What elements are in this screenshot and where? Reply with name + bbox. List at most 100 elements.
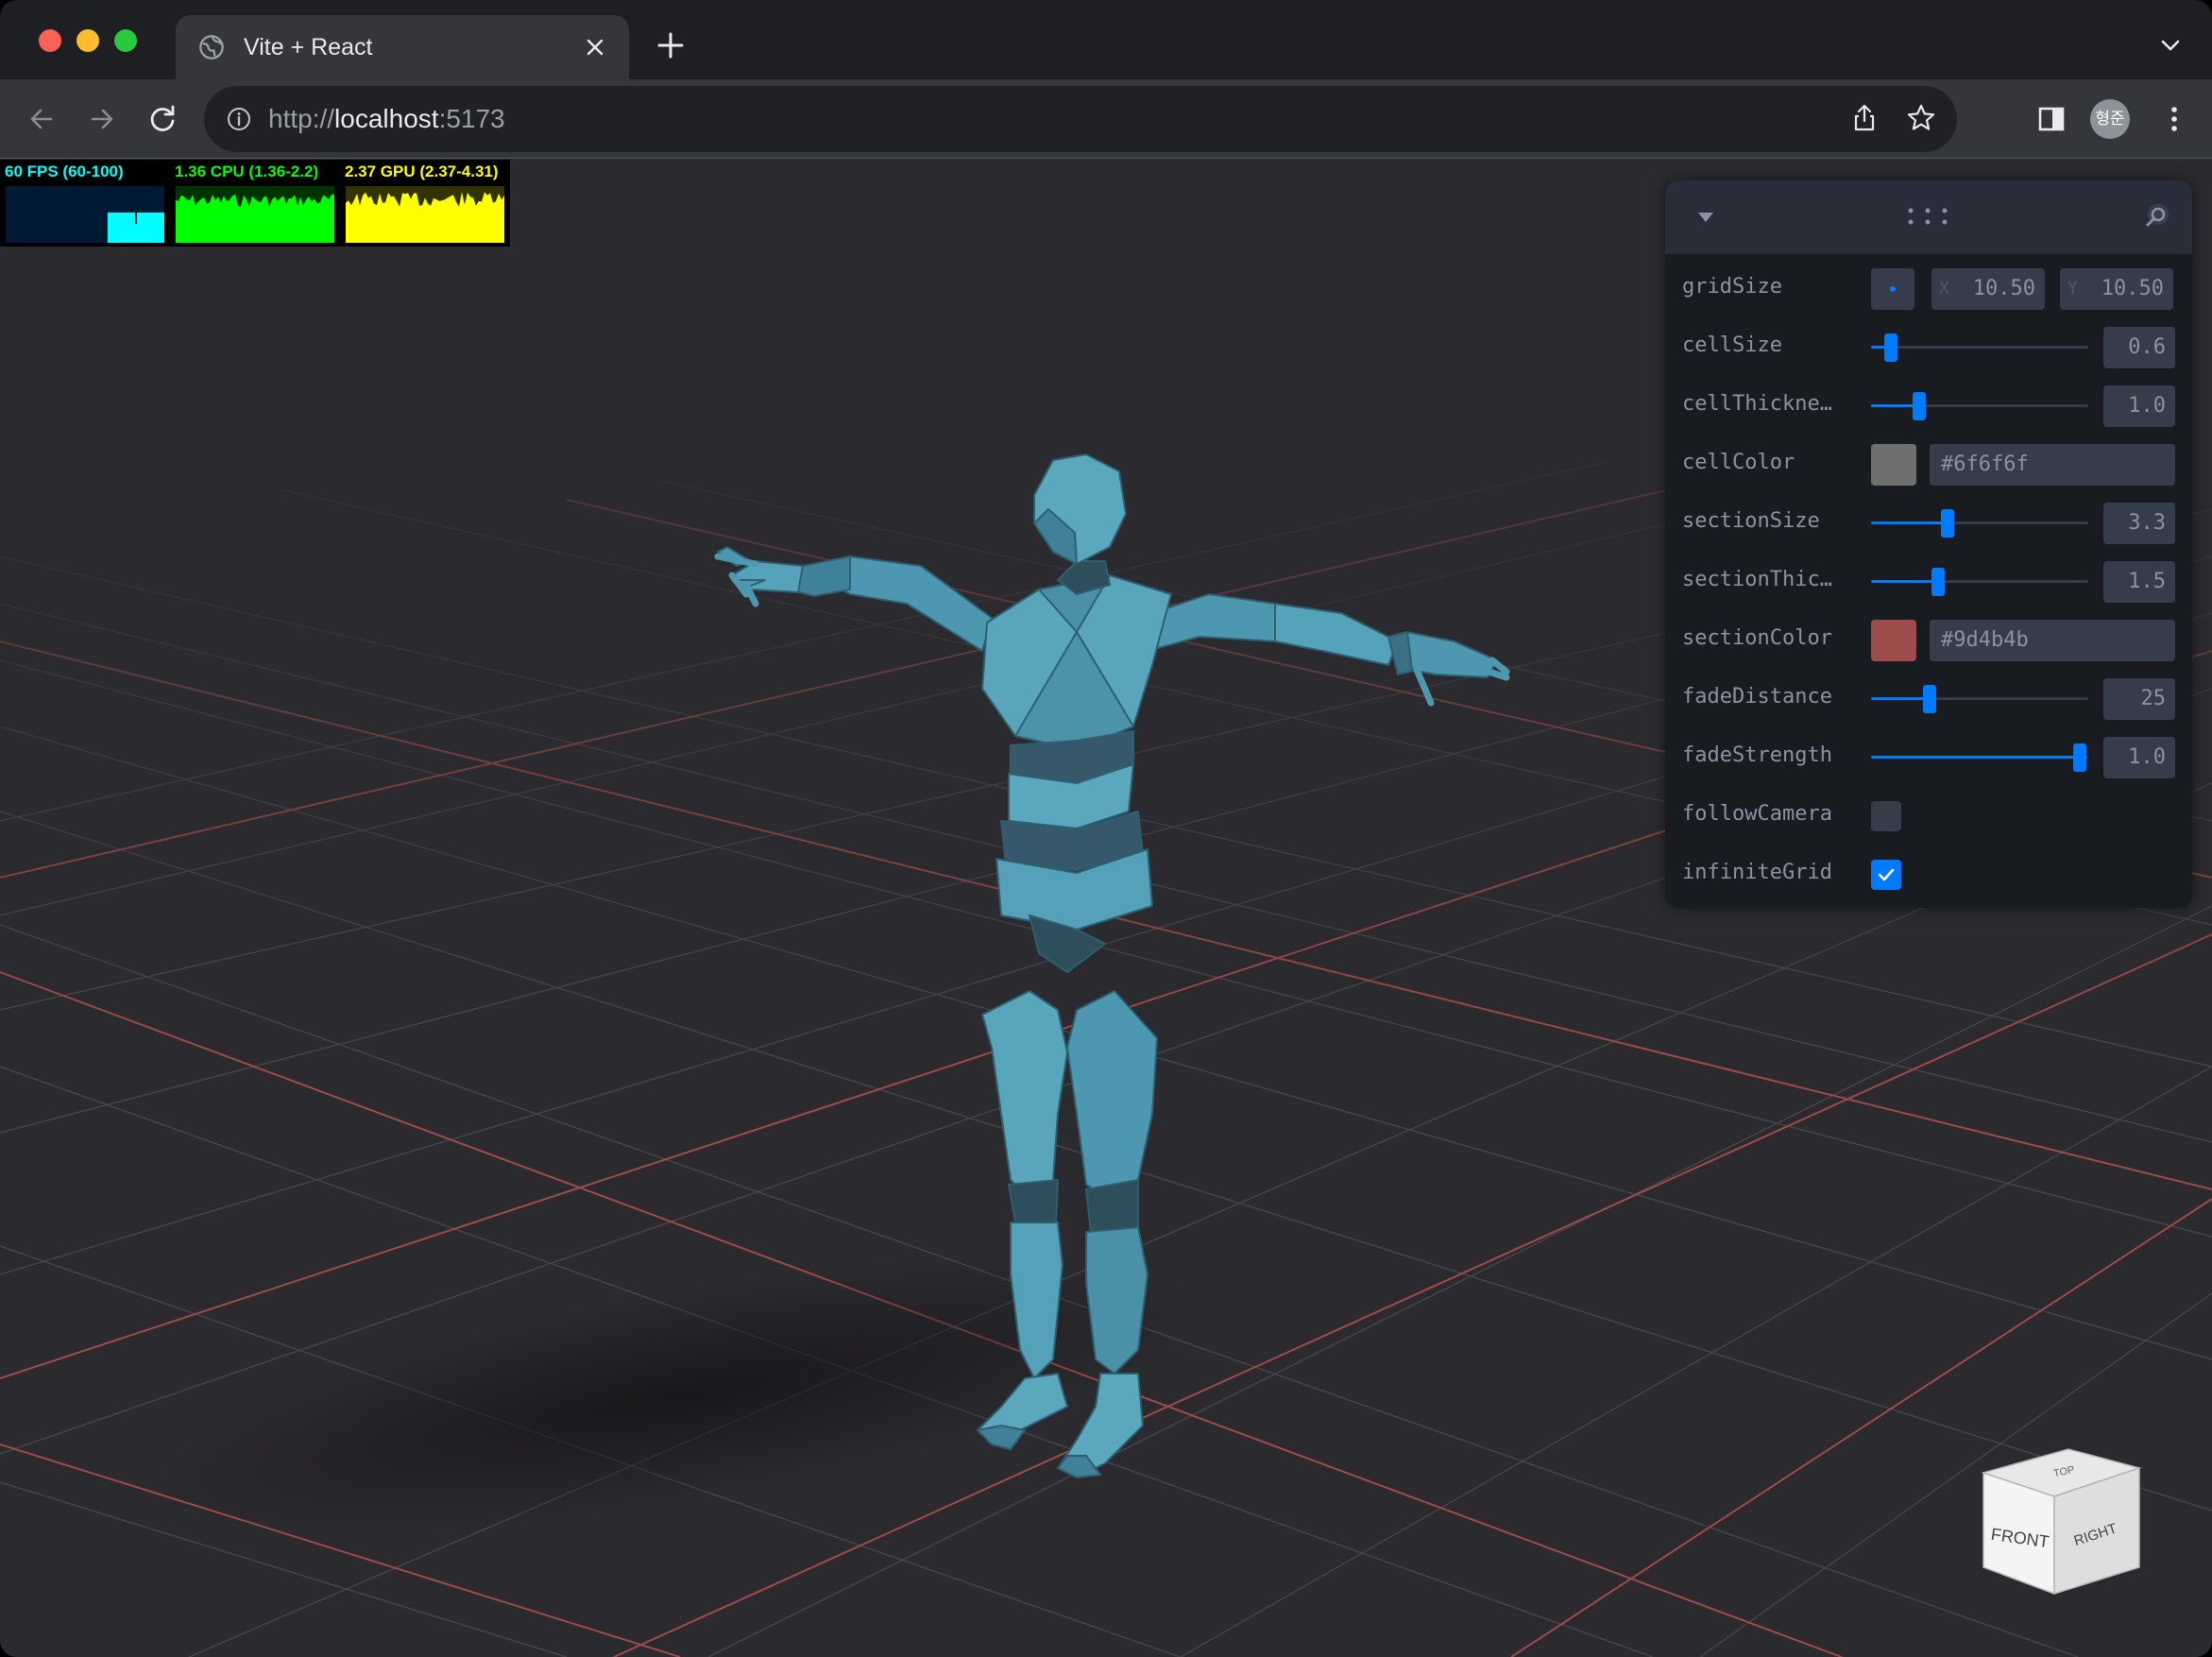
gpu-label: 2.37 GPU (2.37-4.31) (345, 162, 499, 180)
sectionColor-input[interactable]: #9d4b4b (1930, 620, 2175, 661)
slider-knob[interactable] (1912, 392, 1926, 420)
control-sectionThickness: sectionThickness 1.5 (1665, 551, 2192, 609)
fadeDistance-slider[interactable] (1871, 685, 2088, 713)
search-icon[interactable] (2139, 199, 2173, 233)
control-infiniteGrid: infiniteGrid (1665, 844, 2192, 902)
tab-search-chevron-icon[interactable] (2157, 32, 2184, 59)
cellThickness-slider[interactable] (1871, 392, 2088, 420)
slider-fill (1871, 756, 2080, 759)
control-followCamera: followCamera (1665, 785, 2192, 844)
close-tab-icon[interactable] (580, 32, 610, 62)
slider-fill (1871, 521, 1948, 524)
slider-fill (1871, 697, 1931, 700)
profile-avatar[interactable]: 형준 (2090, 99, 2130, 139)
tab-bar: Vite + React (0, 0, 2212, 79)
vector-joystick-button[interactable] (1871, 268, 1914, 310)
cpu-label: 1.36 CPU (1.36-2.2) (175, 162, 319, 180)
control-label: fadeStrength (1682, 743, 1832, 767)
fadeStrength-input[interactable]: 1.0 (2103, 737, 2175, 778)
url-scheme: http:// (268, 104, 335, 133)
fadeStrength-slider[interactable] (1871, 743, 2088, 772)
control-fadeStrength: fadeStrength 1.0 (1665, 726, 2192, 785)
control-label: gridSize (1682, 275, 1782, 299)
infiniteGrid-checkbox[interactable] (1871, 860, 1901, 890)
view-cube-gizmo[interactable]: FRONT RIGHT TOP (1974, 1426, 2144, 1614)
cellSize-slider[interactable] (1871, 333, 2088, 362)
url-text: http://localhost:5173 (268, 103, 505, 135)
x-axis-label: X (1939, 279, 1949, 299)
control-sectionColor: sectionColor #9d4b4b (1665, 609, 2192, 668)
slider-knob[interactable] (1940, 509, 1954, 538)
slider-knob[interactable] (1883, 333, 1897, 362)
drag-handle-icon[interactable] (1905, 205, 1950, 228)
browser-toolbar: http://localhost:5173 형준 (0, 79, 2212, 159)
control-fadeDistance: fadeDistance 25 (1665, 668, 2192, 726)
more-menu-icon[interactable] (2155, 100, 2193, 138)
sectionSize-slider[interactable] (1871, 509, 2088, 538)
close-window-button[interactable] (39, 29, 61, 52)
fps-stat: 60 FPS (60-100) (0, 160, 170, 247)
share-icon[interactable] (1847, 101, 1881, 135)
collapse-caret-icon[interactable] (1695, 209, 1716, 226)
control-label: fadeDistance (1682, 685, 1832, 709)
sectionSize-input[interactable]: 3.3 (2103, 503, 2175, 544)
slider-knob[interactable] (1931, 568, 1946, 596)
slider-knob[interactable] (1923, 685, 1937, 713)
bookmark-star-icon[interactable] (1904, 101, 1938, 135)
maximize-window-button[interactable] (114, 29, 137, 52)
address-bar[interactable]: http://localhost:5173 (204, 86, 1957, 152)
perf-stats: 60 FPS (60-100) 1.36 CPU (1.36-2.2) 2.37… (0, 160, 510, 247)
minimize-window-button[interactable] (77, 29, 99, 52)
fps-graph (6, 186, 164, 243)
control-label: sectionColor (1682, 626, 1832, 650)
followCamera-checkbox[interactable] (1871, 801, 1901, 831)
fadeDistance-input[interactable]: 25 (2103, 678, 2175, 720)
tab-title: Vite + React (244, 34, 373, 60)
gridSize-x-value: 10.50 (1972, 277, 2035, 300)
panel-header[interactable] (1665, 180, 2192, 254)
canvas-viewport[interactable]: 60 FPS (60-100) 1.36 CPU (1.36-2.2) 2.37… (0, 160, 2212, 1657)
cpu-graph (176, 186, 334, 243)
control-label: sectionThickness (1682, 568, 1843, 591)
sectionThickness-input[interactable]: 1.5 (2103, 561, 2175, 603)
control-cellSize: cellSize 0.6 (1665, 316, 2192, 375)
gridSize-x-input[interactable]: X 10.50 (1931, 268, 2045, 310)
site-info-icon[interactable] (225, 105, 253, 133)
control-label: infiniteGrid (1682, 861, 1832, 884)
slider-knob[interactable] (2072, 743, 2086, 772)
new-tab-button[interactable] (652, 26, 689, 64)
reload-icon[interactable] (142, 98, 183, 140)
control-sectionSize: sectionSize 3.3 (1665, 492, 2192, 551)
sectionColor-swatch[interactable] (1871, 620, 1916, 661)
controls-panel: gridSize X 10.50 Y 10.50 cellSize 0.6 ce… (1665, 180, 2192, 908)
control-cellColor: cellColor #6f6f6f (1665, 434, 2192, 492)
control-label: followCamera (1682, 802, 1832, 826)
control-gridSize: gridSize X 10.50 Y 10.50 (1665, 258, 2192, 316)
sectionThickness-slider[interactable] (1871, 568, 2088, 596)
y-axis-label: Y (2067, 279, 2078, 299)
back-arrow-icon[interactable] (21, 98, 62, 140)
gpu-stat: 2.37 GPU (2.37-4.31) (340, 160, 510, 247)
control-cellThickness: cellThickness 1.0 (1665, 375, 2192, 434)
side-panel-icon[interactable] (2033, 100, 2070, 138)
browser-window: Vite + React http://localhost:5173 형준 60… (0, 0, 2212, 1657)
url-port: :5173 (438, 104, 505, 133)
cellSize-input[interactable]: 0.6 (2103, 327, 2175, 368)
globe-icon (199, 35, 224, 60)
checkmark-icon (1878, 868, 1895, 881)
gridSize-y-input[interactable]: Y 10.50 (2060, 268, 2173, 310)
cpu-stat: 1.36 CPU (1.36-2.2) (170, 160, 340, 247)
cellColor-swatch[interactable] (1871, 444, 1916, 486)
tab-active[interactable]: Vite + React (176, 15, 629, 79)
gpu-graph (346, 186, 504, 243)
control-label: cellSize (1682, 333, 1782, 357)
cellThickness-input[interactable]: 1.0 (2103, 385, 2175, 427)
cpu-graph-area (176, 194, 334, 243)
forward-arrow-icon[interactable] (81, 98, 123, 140)
control-label: cellColor (1682, 451, 1795, 474)
slider-fill (1871, 580, 1939, 583)
gridSize-y-value: 10.50 (2101, 277, 2164, 300)
cellColor-input[interactable]: #6f6f6f (1930, 444, 2175, 486)
control-label: sectionSize (1682, 509, 1820, 533)
fps-label: 60 FPS (60-100) (5, 162, 124, 180)
